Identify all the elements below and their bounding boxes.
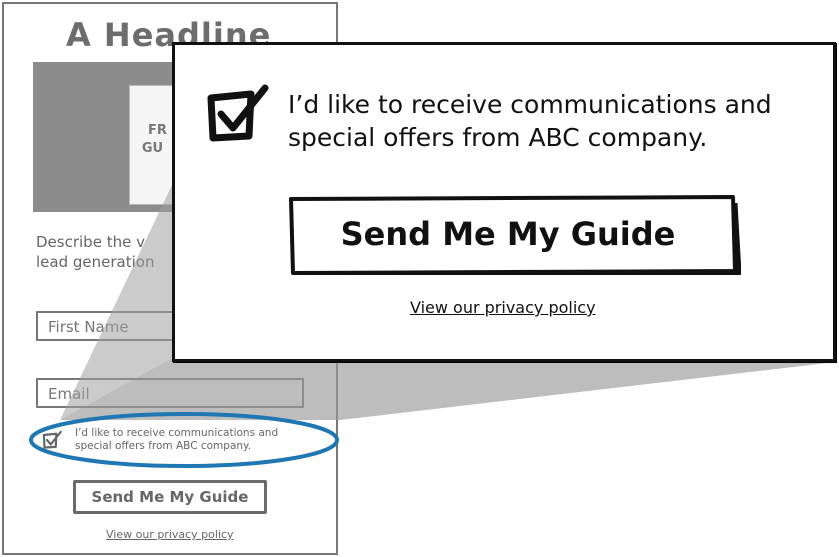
callout-consent-line1: I’d like to receive communications and [288,90,772,119]
callout-consent-text: I’d like to receive communications and s… [288,88,772,154]
callout-privacy-policy-link[interactable]: View our privacy policy [410,298,596,317]
callout-send-guide-button-label: Send Me My Guide [340,215,676,253]
checked-checkbox-icon[interactable] [205,84,269,144]
callout-send-guide-button[interactable]: Send Me My Guide [289,195,727,273]
callout-consent-line2: special offers from ABC company. [288,123,708,152]
